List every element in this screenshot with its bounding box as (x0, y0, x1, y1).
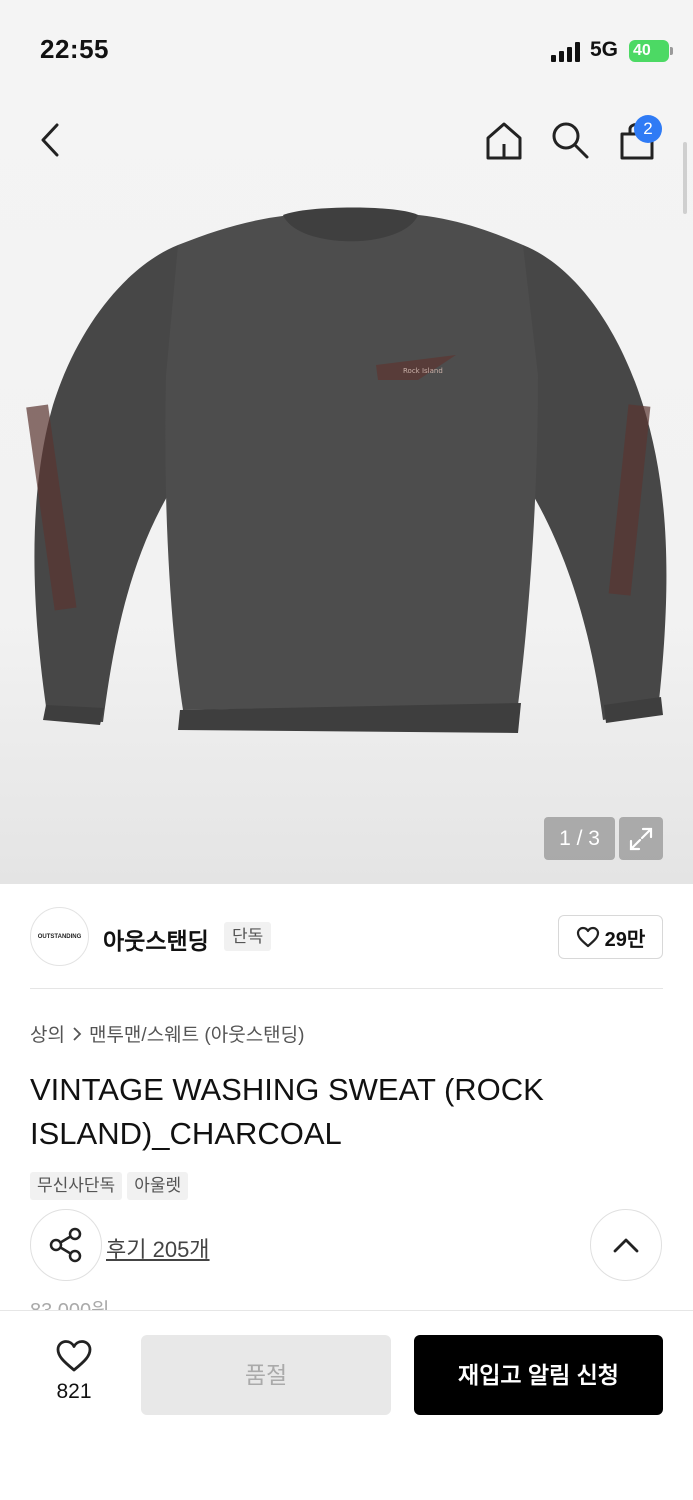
restock-notify-button[interactable]: 재입고 알림 신청 (414, 1335, 663, 1415)
brand-row[interactable]: OUTSTANDING 아웃스탠딩 단독 29만 (0, 884, 693, 990)
scroll-top-button[interactable] (590, 1209, 662, 1281)
chest-print-text: Rock Island (403, 367, 443, 375)
share-icon (49, 1227, 82, 1263)
heart-icon (576, 926, 599, 948)
reviews-link[interactable]: 후기 205개 (106, 1232, 210, 1264)
chevron-right-icon (73, 1026, 82, 1041)
tag-outlet: 아울렛 (127, 1172, 189, 1200)
product-tags: 무신사단독 아울렛 (30, 1172, 189, 1200)
battery-tip (670, 47, 673, 55)
search-icon[interactable] (548, 118, 592, 162)
heart-icon (56, 1340, 92, 1372)
tag-exclusive: 무신사단독 (30, 1172, 123, 1200)
battery-icon: 40 (629, 40, 669, 62)
cart-count-badge: 2 (634, 115, 662, 143)
chevron-up-icon (613, 1238, 639, 1253)
brand-like-button[interactable]: 29만 (558, 915, 663, 959)
brand-like-count: 29만 (604, 928, 646, 951)
signal-icon (551, 40, 581, 62)
breadcrumb-category[interactable]: 상의 (30, 1020, 65, 1047)
wishlist-count: 821 (56, 1380, 92, 1403)
back-icon[interactable] (30, 118, 74, 162)
share-button[interactable] (30, 1209, 102, 1281)
product-title: VINTAGE WASHING SWEAT (ROCK ISLAND)_CHAR… (30, 1072, 544, 1151)
scrollbar[interactable] (683, 142, 687, 214)
status-time: 22:55 (40, 34, 109, 64)
breadcrumb-subcategory[interactable]: 맨투맨/스웨트 (아웃스탠딩) (89, 1020, 305, 1047)
breadcrumb[interactable]: 상의 맨투맨/스웨트 (아웃스탠딩) (30, 1020, 304, 1047)
exclusive-badge: 단독 (224, 922, 272, 951)
expand-icon[interactable] (619, 817, 663, 860)
brand-name[interactable]: 아웃스탠딩 (103, 922, 209, 956)
network-label: 5G (590, 38, 619, 61)
status-bar: 22:55 5G 40 (0, 0, 693, 100)
wishlist-button[interactable]: 821 (38, 1339, 110, 1404)
brand-logo[interactable]: OUTSTANDING (30, 907, 89, 966)
soldout-button[interactable]: 품절 (141, 1335, 391, 1415)
divider (30, 988, 663, 989)
home-icon[interactable] (482, 118, 526, 162)
product-image[interactable]: Rock Island (18, 205, 678, 740)
bottom-action-bar: 821 품절 재입고 알림 신청 (0, 1310, 693, 1500)
image-counter: 1 / 3 (544, 817, 615, 860)
